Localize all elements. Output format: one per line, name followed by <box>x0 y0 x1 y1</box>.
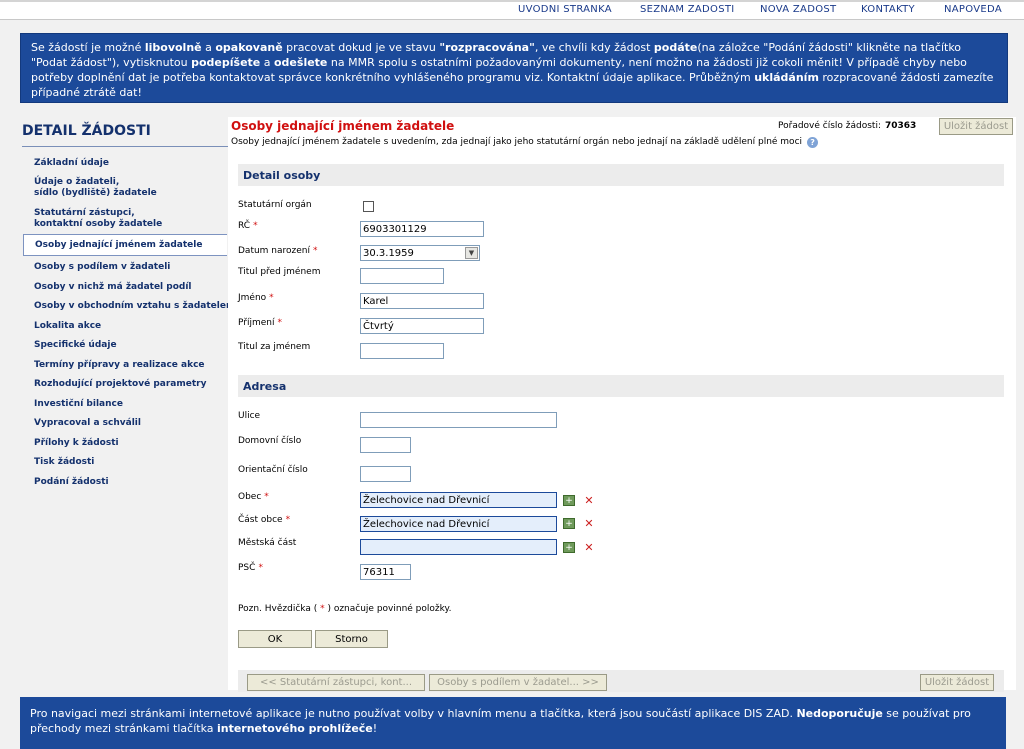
orientation-number-input[interactable] <box>360 466 411 482</box>
nav-link-new-application[interactable]: NOVA ZADOST <box>760 4 836 15</box>
clear-city-district-icon[interactable]: ✕ <box>583 542 595 553</box>
municipality-part-label: Část obce * <box>238 515 291 525</box>
save-application-button-bottom[interactable]: Uložit žádost <box>920 674 994 691</box>
first-name-label: Jméno * <box>238 293 274 303</box>
sidebar-item-project-params[interactable]: Rozhodující projektové parametry <box>34 379 206 390</box>
dob-select[interactable]: 30.3.1959 ▼ <box>360 245 480 261</box>
house-number-label: Domovní číslo <box>238 436 302 446</box>
sidebar-item-submit[interactable]: Podání žádosti <box>34 477 109 488</box>
sidebar-item-print[interactable]: Tisk žádosti <box>34 457 94 468</box>
title-after-label: Titul za jménem <box>238 342 311 352</box>
sidebar-item-schedule[interactable]: Termíny přípravy a realizace akce <box>34 360 205 371</box>
sidebar-title: DETAIL ŽÁDOSTI <box>22 123 151 139</box>
help-icon[interactable]: ? <box>807 137 819 148</box>
zip-input[interactable]: 76311 <box>360 564 411 580</box>
sidebar-item-acting-persons[interactable]: Osoby jednající jménem žadatele <box>23 234 227 256</box>
sidebar-item-owned-persons[interactable]: Osoby v nichž má žadatel podíl <box>34 282 192 293</box>
nav-link-application-list[interactable]: SEZNAM ZADOSTI <box>640 4 735 15</box>
sidebar-item-prepared-approved[interactable]: Vypracoval a schválil <box>34 418 141 429</box>
address-header: Adresa <box>238 375 1004 397</box>
sidebar-item-applicant-data-line1[interactable]: Údaje o žadateli, <box>34 177 119 188</box>
orientation-number-label: Orientační číslo <box>238 465 308 475</box>
nav-link-contacts[interactable]: KONTAKTY <box>861 4 915 15</box>
sidebar-item-attachments[interactable]: Přílohy k žádosti <box>34 438 119 449</box>
required-note: Pozn. Hvězdička ( * ) označuje povinné p… <box>238 604 452 614</box>
next-page-button[interactable]: Osoby s podílem v žadatel... >> <box>429 674 607 691</box>
add-city-district-icon[interactable]: + <box>563 542 575 553</box>
page-title: Osoby jednající jménem žadatele <box>231 119 455 133</box>
chevron-down-icon[interactable]: ▼ <box>465 247 478 259</box>
street-input[interactable] <box>360 412 557 428</box>
navigation-warning: Pro navigaci mezi stránkami internetové … <box>20 697 1006 749</box>
clear-municipality-part-icon[interactable]: ✕ <box>583 518 595 529</box>
sidebar-item-investment-balance[interactable]: Investiční bilance <box>34 399 123 410</box>
title-before-input[interactable] <box>360 268 444 284</box>
last-name-label: Příjmení * <box>238 318 282 328</box>
sidebar-divider <box>22 146 228 147</box>
municipality-input[interactable]: Želechovice nad Dřevnicí <box>360 492 557 508</box>
previous-page-button[interactable]: << Statutární zástupci, kont... <box>247 674 425 691</box>
rc-input[interactable]: 6903301129 <box>360 221 484 237</box>
page-subtitle: Osoby jednající jménem žadatele s uveden… <box>231 137 819 148</box>
add-municipality-part-icon[interactable]: + <box>563 518 575 529</box>
add-municipality-icon[interactable]: + <box>563 495 575 506</box>
municipality-label: Obec * <box>238 492 269 502</box>
save-application-button-top[interactable]: Uložit žádost <box>939 118 1013 135</box>
house-number-input[interactable] <box>360 437 411 453</box>
sidebar-item-basic-data[interactable]: Základní údaje <box>34 158 109 169</box>
sidebar-item-business-persons[interactable]: Osoby v obchodním vztahu s žadatelem <box>34 301 235 312</box>
sidebar-item-statutory-line2[interactable]: kontaktní osoby žadatele <box>34 219 162 230</box>
statutory-checkbox[interactable] <box>363 201 374 212</box>
city-district-input[interactable] <box>360 539 557 555</box>
top-navigation-bar: UVODNI STRANKA SEZNAM ZADOSTI NOVA ZADOS… <box>0 0 1024 20</box>
sidebar-item-specific-data[interactable]: Specifické údaje <box>34 340 117 351</box>
title-after-input[interactable] <box>360 343 444 359</box>
street-label: Ulice <box>238 411 261 421</box>
ok-button[interactable]: OK <box>238 630 312 648</box>
cancel-button[interactable]: Storno <box>315 630 388 648</box>
sidebar-item-statutory-line1[interactable]: Statutární zástupci, <box>34 208 135 219</box>
sidebar-item-location[interactable]: Lokalita akce <box>34 321 101 332</box>
nav-link-home[interactable]: UVODNI STRANKA <box>518 4 612 15</box>
first-name-input[interactable]: Karel <box>360 293 484 309</box>
last-name-input[interactable]: Čtvrtý <box>360 318 484 334</box>
dob-label: Datum narození * <box>238 246 318 256</box>
clear-municipality-icon[interactable]: ✕ <box>583 495 595 506</box>
nav-link-help[interactable]: NAPOVEDA <box>944 4 1002 15</box>
municipality-part-input[interactable]: Želechovice nad Dřevnicí <box>360 516 557 532</box>
zip-label: PSČ * <box>238 563 263 573</box>
city-district-label: Městská část <box>238 538 297 548</box>
person-detail-header: Detail osoby <box>238 164 1004 186</box>
statutory-label: Statutární orgán <box>238 200 312 210</box>
application-number: Pořadové číslo žádosti: 70363 <box>778 121 917 131</box>
info-message: Se žádostí je možné libovolně a opakovan… <box>20 33 1008 103</box>
sidebar-item-share-persons[interactable]: Osoby s podílem v žadateli <box>34 262 170 273</box>
sidebar-item-applicant-data-line2[interactable]: sídlo (bydliště) žadatele <box>34 188 157 199</box>
rc-label: RČ * <box>238 221 258 231</box>
title-before-label: Titul před jménem <box>238 267 321 277</box>
